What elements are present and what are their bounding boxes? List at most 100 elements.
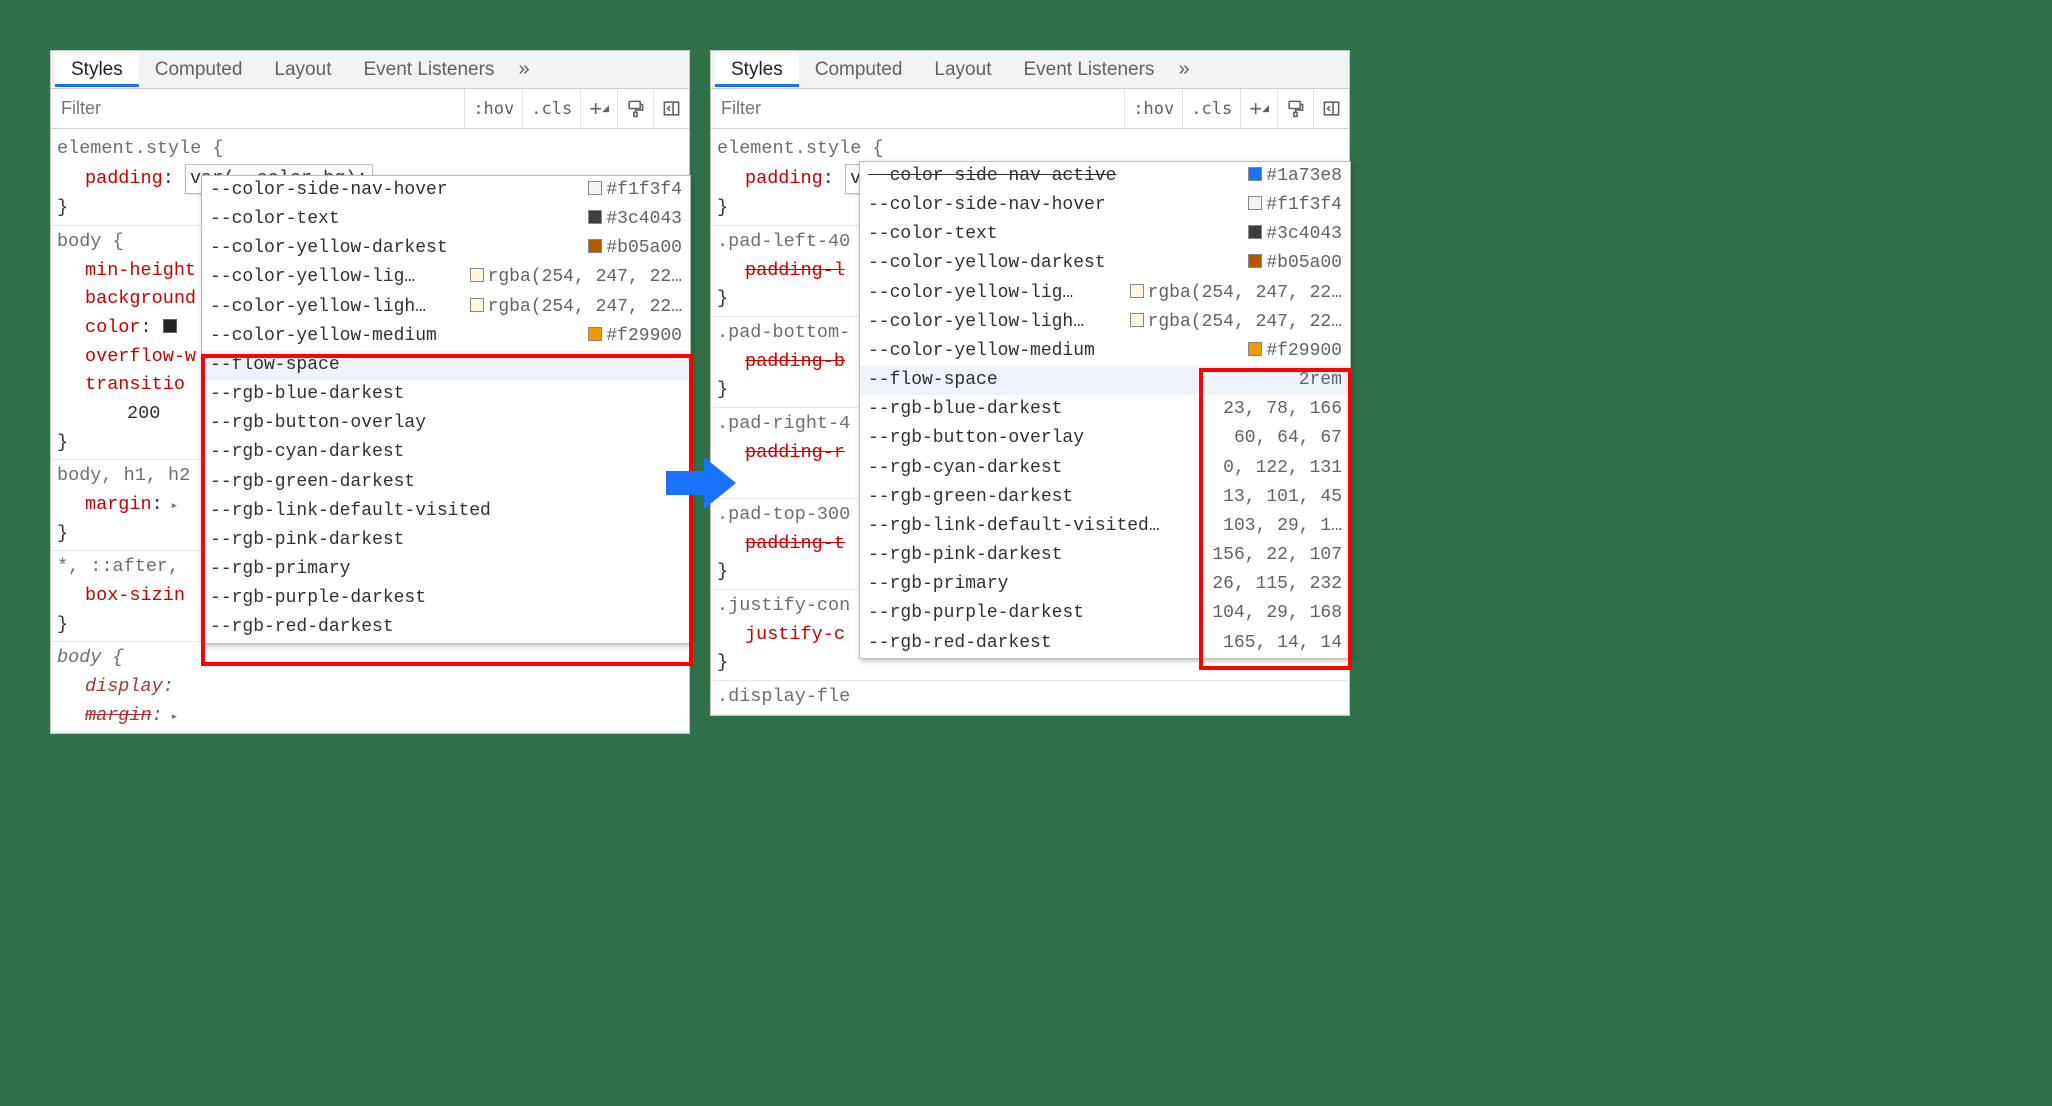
var-name: --color-side-nav-hover: [868, 191, 1248, 220]
autocomplete-item[interactable]: --rgb-link-default-visited: [202, 497, 690, 526]
prop-name[interactable]: padding: [717, 168, 823, 189]
autocomplete-item[interactable]: --rgb-blue-darkest23, 78, 166: [860, 395, 1350, 424]
var-name: --color-yellow-ligh…: [868, 308, 1130, 337]
var-name: --color-yellow-ligh…: [210, 293, 470, 322]
autocomplete-item[interactable]: --rgb-button-overlay: [202, 409, 690, 438]
cls-toggle[interactable]: .cls: [522, 89, 580, 128]
var-name: --rgb-button-overlay: [868, 424, 1234, 453]
autocomplete-item[interactable]: --color-yellow-medium#f29900: [860, 337, 1350, 366]
tab-layout[interactable]: Layout: [258, 53, 347, 87]
var-name: --rgb-cyan-darkest: [868, 454, 1223, 483]
autocomplete-item[interactable]: --color-yellow-lig…rgba(254, 247, 22…: [202, 263, 690, 292]
cls-toggle[interactable]: .cls: [1182, 89, 1240, 128]
autocomplete-item[interactable]: --flow-space2rem: [860, 366, 1350, 395]
autocomplete-item[interactable]: --rgb-pink-darkest156, 22, 107: [860, 541, 1350, 570]
autocomplete-item[interactable]: --rgb-pink-darkest: [202, 526, 690, 555]
autocomplete-item[interactable]: --color-yellow-darkest#b05a00: [202, 234, 690, 263]
new-rule-button[interactable]: +◢: [580, 89, 617, 128]
toggle-sidebar-icon[interactable]: [653, 89, 689, 128]
var-name: --color-yellow-lig…: [868, 279, 1130, 308]
prop-name[interactable]: padding: [57, 168, 163, 189]
var-value: #b05a00: [1248, 249, 1342, 278]
prop-name[interactable]: margin: [57, 494, 152, 515]
var-name: --color-yellow-darkest: [868, 249, 1248, 278]
autocomplete-item[interactable]: --rgb-blue-darkest: [202, 380, 690, 409]
tab-strip: Styles Computed Layout Event Listeners »: [51, 51, 689, 89]
var-name: --color-yellow-darkest: [210, 234, 588, 263]
rules-list: element.style { padding: var(--color-bg)…: [51, 129, 689, 733]
prop-name[interactable]: padding-l: [717, 260, 845, 281]
autocomplete-item[interactable]: --flow-space: [202, 351, 690, 380]
prop-name[interactable]: overflow-w: [57, 346, 196, 367]
paint-icon[interactable]: [617, 89, 653, 128]
prop-name[interactable]: color: [57, 317, 141, 338]
color-swatch[interactable]: [163, 319, 177, 333]
tabs-overflow-icon[interactable]: »: [1170, 58, 1197, 81]
prop-name[interactable]: background: [57, 288, 196, 309]
filter-input[interactable]: [51, 92, 464, 125]
autocomplete-item[interactable]: --rgb-green-darkest: [202, 468, 690, 497]
autocomplete-item[interactable]: --color-text#3c4043: [860, 220, 1350, 249]
prop-name: display: [57, 676, 163, 697]
var-value: rgba(254, 247, 22…: [470, 263, 682, 292]
prop-name[interactable]: padding-b: [717, 351, 845, 372]
prop-name[interactable]: transitio: [57, 374, 185, 395]
prop-name[interactable]: padding-t: [717, 533, 845, 554]
tab-event-listeners[interactable]: Event Listeners: [347, 53, 510, 87]
autocomplete-item[interactable]: --rgb-green-darkest13, 101, 45: [860, 483, 1350, 512]
var-name: --flow-space: [868, 366, 1299, 395]
rule-body-ua[interactable]: body { display: margin: ▸: [51, 642, 689, 733]
autocomplete-item[interactable]: --rgb-cyan-darkest: [202, 438, 690, 467]
arrow-icon: [666, 455, 738, 511]
filter-input[interactable]: [711, 92, 1124, 125]
var-name: --rgb-primary: [868, 570, 1212, 599]
hov-toggle[interactable]: :hov: [464, 89, 522, 128]
autocomplete-item[interactable]: --rgb-purple-darkest: [202, 584, 690, 613]
rule[interactable]: .display-fle: [711, 681, 1349, 715]
tab-layout[interactable]: Layout: [918, 53, 1007, 87]
var-name: --rgb-red-darkest: [868, 629, 1223, 658]
autocomplete-item[interactable]: --color-yellow-medium#f29900: [202, 322, 690, 351]
autocomplete-item[interactable]: --color-yellow-darkest#b05a00: [860, 249, 1350, 278]
tabs-overflow-icon[interactable]: »: [510, 58, 537, 81]
var-value: #1a73e8: [1248, 162, 1342, 191]
paint-icon[interactable]: [1277, 89, 1313, 128]
tab-styles[interactable]: Styles: [55, 53, 139, 87]
autocomplete-item[interactable]: --color-yellow-ligh…rgba(254, 247, 22…: [202, 293, 690, 322]
tab-computed[interactable]: Computed: [139, 53, 259, 87]
var-value: #f1f3f4: [588, 176, 682, 205]
prop-name[interactable]: box-sizin: [57, 585, 185, 606]
autocomplete-item[interactable]: --rgb-red-darkest165, 14, 14: [860, 629, 1350, 658]
var-name: --color-yellow-medium: [210, 322, 588, 351]
toggle-sidebar-icon[interactable]: [1313, 89, 1349, 128]
tab-styles[interactable]: Styles: [715, 53, 799, 87]
var-name: --rgb-green-darkest: [868, 483, 1223, 512]
tab-computed[interactable]: Computed: [799, 53, 919, 87]
autocomplete-item[interactable]: --rgb-red-darkest: [202, 613, 690, 642]
var-name: --color-text: [210, 205, 588, 234]
autocomplete-item[interactable]: color side nav active#1a73e8: [860, 162, 1350, 191]
autocomplete-item[interactable]: --rgb-primary26, 115, 232: [860, 570, 1350, 599]
hov-toggle[interactable]: :hov: [1124, 89, 1182, 128]
autocomplete-item[interactable]: --color-yellow-lig…rgba(254, 247, 22…: [860, 279, 1350, 308]
autocomplete-item[interactable]: --color-side-nav-hover#f1f3f4: [202, 176, 690, 205]
tab-event-listeners[interactable]: Event Listeners: [1007, 53, 1170, 87]
var-name: --rgb-primary: [210, 555, 682, 584]
selector-text: .display-fle: [717, 683, 1343, 712]
autocomplete-item[interactable]: --color-side-nav-hover#f1f3f4: [860, 191, 1350, 220]
prop-name[interactable]: min-height: [57, 260, 196, 281]
new-rule-button[interactable]: +◢: [1240, 89, 1277, 128]
autocomplete-item[interactable]: --rgb-primary: [202, 555, 690, 584]
autocomplete-item[interactable]: --rgb-cyan-darkest0, 122, 131: [860, 454, 1350, 483]
autocomplete-item[interactable]: --color-text#3c4043: [202, 205, 690, 234]
autocomplete-item[interactable]: --rgb-purple-darkest104, 29, 168: [860, 599, 1350, 628]
autocomplete-popup[interactable]: color side nav active#1a73e8 --color-sid…: [859, 161, 1351, 659]
autocomplete-item[interactable]: --rgb-button-overlay60, 64, 67: [860, 424, 1350, 453]
var-name: --rgb-green-darkest: [210, 468, 682, 497]
var-value: rgba(254, 247, 22…: [1130, 279, 1342, 308]
autocomplete-item[interactable]: --color-yellow-ligh…rgba(254, 247, 22…: [860, 308, 1350, 337]
autocomplete-popup[interactable]: --color-side-nav-hover#f1f3f4--color-tex…: [201, 175, 691, 644]
prop-name[interactable]: justify-c: [717, 624, 845, 645]
var-name: --rgb-link-default-visited: [210, 497, 682, 526]
autocomplete-item[interactable]: --rgb-link-default-visited…103, 29, 1…: [860, 512, 1350, 541]
